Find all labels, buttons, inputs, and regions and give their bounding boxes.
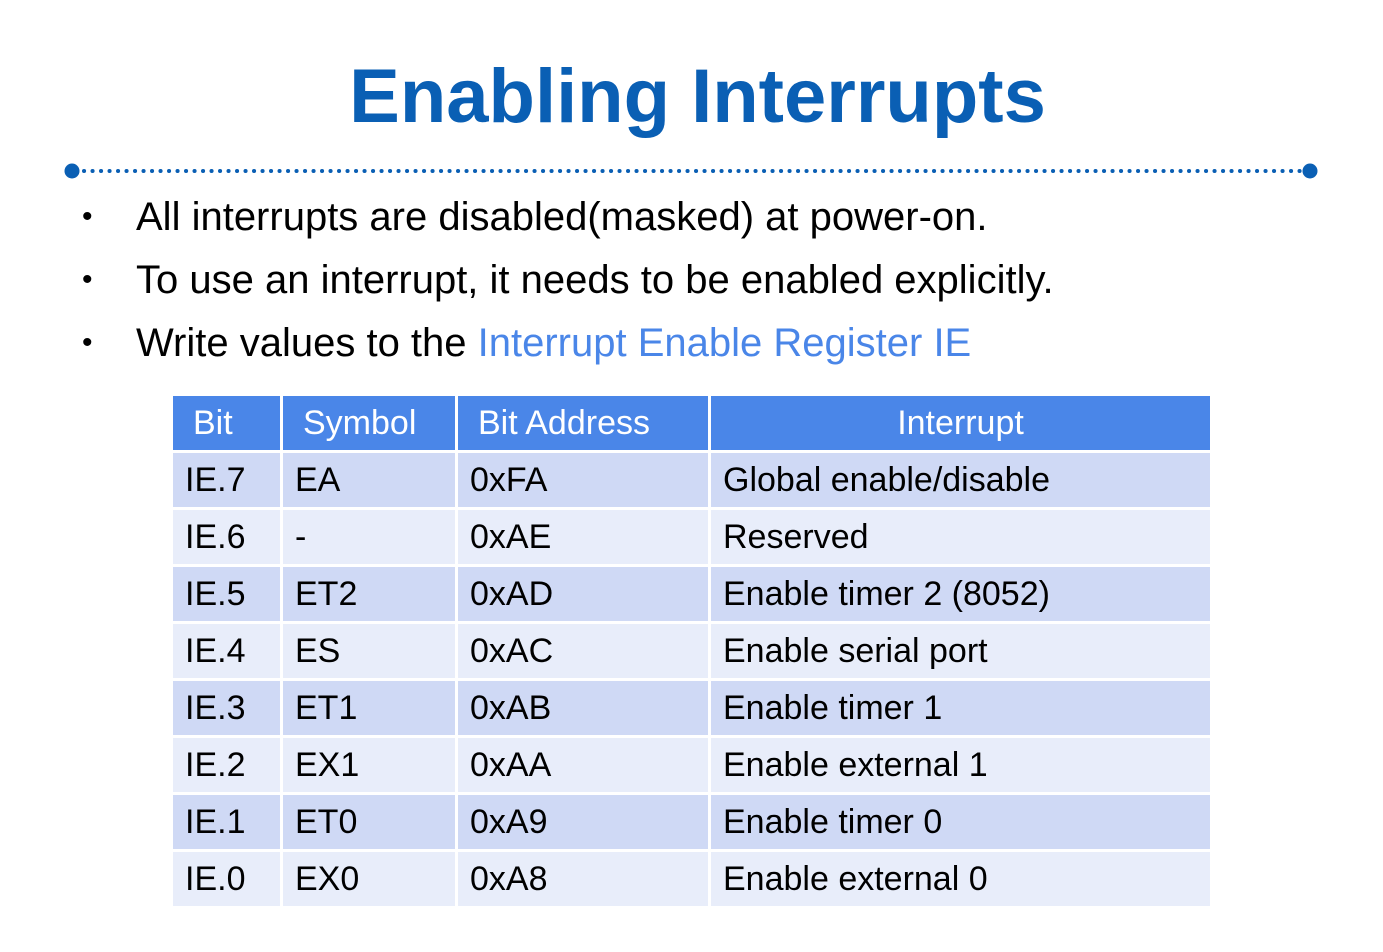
cell-symbol: ET1 xyxy=(280,678,458,738)
cell-bit-address: 0xAE xyxy=(455,507,711,567)
bullet-icon: • xyxy=(82,263,93,296)
cell-bit: IE.2 xyxy=(170,735,283,795)
cell-interrupt: Enable external 1 xyxy=(708,735,1213,795)
header-symbol: Symbol xyxy=(280,393,458,453)
table-row: IE.0 EX0 0xA8 Enable external 0 xyxy=(170,849,1213,909)
table-header-row: Bit Symbol Bit Address Interrupt xyxy=(170,393,1213,453)
cell-symbol: ES xyxy=(280,621,458,681)
table-row: IE.7 EA 0xFA Global enable/disable xyxy=(170,450,1213,510)
table-row: IE.5 ET2 0xAD Enable timer 2 (8052) xyxy=(170,564,1213,624)
cell-bit-address: 0xA9 xyxy=(455,792,711,852)
cell-symbol: EX1 xyxy=(280,735,458,795)
table-row: IE.6 - 0xAE Reserved xyxy=(170,507,1213,567)
bullet-item: • Write values to the Interrupt Enable R… xyxy=(80,316,1054,379)
cell-bit-address: 0xAC xyxy=(455,621,711,681)
cell-symbol: EX0 xyxy=(280,849,458,909)
cell-bit: IE.5 xyxy=(170,564,283,624)
cell-bit-address: 0xFA xyxy=(455,450,711,510)
bullet-text: To use an interrupt, it needs to be enab… xyxy=(136,258,1054,302)
cell-symbol: ET2 xyxy=(280,564,458,624)
cell-bit-address: 0xAA xyxy=(455,735,711,795)
bullet-icon: • xyxy=(82,326,93,359)
header-bit: Bit xyxy=(170,393,283,453)
cell-interrupt: Enable serial port xyxy=(708,621,1213,681)
cell-interrupt: Enable timer 1 xyxy=(708,678,1213,738)
table-row: IE.1 ET0 0xA9 Enable timer 0 xyxy=(170,792,1213,852)
bullet-item: • All interrupts are disabled(masked) at… xyxy=(80,190,1054,253)
title-divider xyxy=(64,162,1320,180)
cell-bit: IE.4 xyxy=(170,621,283,681)
cell-bit: IE.7 xyxy=(170,450,283,510)
cell-bit: IE.6 xyxy=(170,507,283,567)
bullet-highlight-link: Interrupt Enable Register IE xyxy=(477,321,972,365)
cell-symbol: ET0 xyxy=(280,792,458,852)
bullet-list: • All interrupts are disabled(masked) at… xyxy=(80,190,1054,379)
header-bit-address: Bit Address xyxy=(455,393,711,453)
header-interrupt: Interrupt xyxy=(708,393,1213,453)
ie-register-table: Bit Symbol Bit Address Interrupt IE.7 EA… xyxy=(170,393,1213,909)
cell-interrupt: Enable timer 2 (8052) xyxy=(708,564,1213,624)
bullet-text: Write values to the xyxy=(136,321,478,365)
cell-bit: IE.1 xyxy=(170,792,283,852)
cell-symbol: EA xyxy=(280,450,458,510)
cell-bit: IE.0 xyxy=(170,849,283,909)
cell-bit-address: 0xAD xyxy=(455,564,711,624)
cell-bit: IE.3 xyxy=(170,678,283,738)
cell-bit-address: 0xA8 xyxy=(455,849,711,909)
table-row: IE.2 EX1 0xAA Enable external 1 xyxy=(170,735,1213,795)
cell-symbol: - xyxy=(280,507,458,567)
cell-interrupt: Enable timer 0 xyxy=(708,792,1213,852)
cell-interrupt: Reserved xyxy=(708,507,1213,567)
table-row: IE.3 ET1 0xAB Enable timer 1 xyxy=(170,678,1213,738)
table-row: IE.4 ES 0xAC Enable serial port xyxy=(170,621,1213,681)
bullet-icon: • xyxy=(82,200,93,233)
bullet-text: All interrupts are disabled(masked) at p… xyxy=(136,195,988,239)
cell-interrupt: Enable external 0 xyxy=(708,849,1213,909)
slide-title: Enabling Interrupts xyxy=(349,54,1046,139)
cell-bit-address: 0xAB xyxy=(455,678,711,738)
bullet-item: • To use an interrupt, it needs to be en… xyxy=(80,253,1054,316)
cell-interrupt: Global enable/disable xyxy=(708,450,1213,510)
